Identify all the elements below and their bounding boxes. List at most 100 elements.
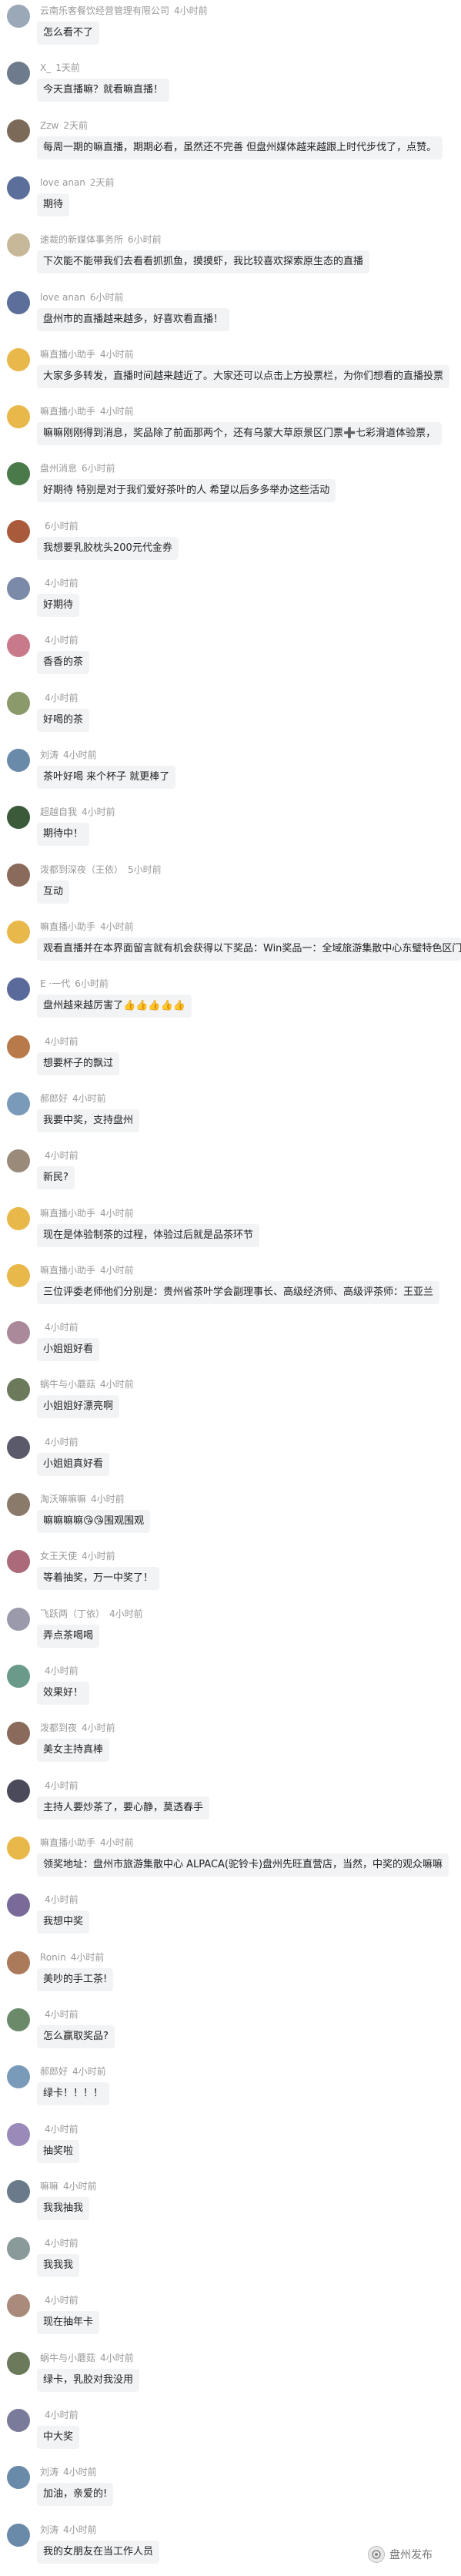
comment-username[interactable]: 超越自我 (40, 807, 77, 817)
comment-time: 6小时前 (45, 520, 79, 532)
avatar[interactable] (7, 119, 30, 143)
avatar[interactable] (7, 2294, 30, 2318)
comment-text: 好期待 (37, 594, 80, 618)
comment-username[interactable]: 刘涛 (40, 750, 58, 760)
avatar[interactable] (7, 1722, 30, 1746)
avatar[interactable] (7, 1779, 30, 1803)
comment-text: 加油，亲爱的! (37, 2483, 114, 2507)
comment-username[interactable]: 刘涛 (40, 2524, 58, 2535)
avatar[interactable] (7, 1893, 30, 1917)
comment-time: 6小时前 (75, 978, 109, 990)
avatar[interactable] (7, 1435, 30, 1459)
avatar[interactable] (7, 2466, 30, 2490)
avatar[interactable] (7, 1321, 30, 1345)
comment-username[interactable]: 女王天使 (40, 1551, 77, 1561)
comment-username[interactable]: 嘛嘛 (40, 2181, 58, 2192)
comment-meta: 女王天使 4小时前 (40, 1550, 115, 1562)
comment-username[interactable]: X_ (40, 62, 51, 73)
avatar[interactable] (7, 1263, 30, 1287)
comment-meta: 嘛直播小助手 4小时前 (40, 1836, 134, 1849)
comment-username[interactable]: 嘛直播小助手 (40, 1837, 95, 1848)
avatar[interactable] (7, 1149, 30, 1173)
avatar[interactable] (7, 62, 30, 86)
avatar[interactable] (7, 2179, 30, 2203)
avatar[interactable] (7, 1665, 30, 1689)
avatar[interactable] (7, 1378, 30, 1402)
comment-username[interactable]: 速裁的新媒体事务所 (40, 234, 123, 245)
avatar[interactable] (7, 347, 30, 371)
comment-username[interactable]: 盘州消息 (40, 463, 77, 474)
comment-text: 盘州市的直播越来越多，好喜欢看直播！ (37, 307, 230, 331)
comment-item: 嘛直播小助手 4小时前 嘛嘛刚刚得到消息，奖品除了前面那两个，还有乌蒙大草原景区门票… (0, 401, 461, 458)
avatar[interactable] (7, 1493, 30, 1517)
avatar[interactable] (7, 1607, 30, 1631)
comment-username[interactable]: 云南乐客餐饮经营管理有限公司 (40, 5, 169, 16)
avatar[interactable] (7, 2122, 30, 2146)
comment-time: 4小时前 (45, 1436, 79, 1447)
avatar[interactable] (7, 691, 30, 715)
comment-username[interactable]: 嘛直播小助手 (40, 349, 95, 360)
comment-username[interactable]: 嘛直播小助手 (40, 406, 95, 417)
avatar[interactable] (7, 863, 30, 887)
comment-meta: 蜗牛与小蘑菇 4小时前 (40, 1378, 134, 1390)
comment-item: 4小时前 好喝的茶 (0, 687, 461, 744)
comment-text: 好喝的茶 (37, 708, 90, 732)
avatar[interactable] (7, 1035, 30, 1058)
comment-text: 我要中奖，支持盘州 (37, 1109, 140, 1132)
comment-meta: 郝郎好 4小时前 (40, 2065, 106, 2078)
avatar[interactable] (7, 1836, 30, 1860)
avatar[interactable] (7, 462, 30, 486)
avatar[interactable] (7, 2007, 30, 2031)
avatar[interactable] (7, 634, 30, 658)
comment-username[interactable]: 嘛直播小助手 (40, 1265, 95, 1276)
comment-username[interactable]: 泼都到深夜（王依） (40, 864, 123, 875)
avatar[interactable] (7, 176, 30, 200)
avatar[interactable] (7, 920, 30, 944)
comment-username[interactable]: 刘涛 (40, 2467, 58, 2477)
avatar[interactable] (7, 1206, 30, 1230)
avatar[interactable] (7, 2409, 30, 2433)
comment-username[interactable]: 蜗牛与小蘑菇 (40, 2353, 95, 2363)
comment-username[interactable]: love anan (40, 292, 85, 303)
avatar[interactable] (7, 2065, 30, 2089)
comment-username[interactable]: 嘛直播小助手 (40, 1208, 95, 1219)
avatar[interactable] (7, 749, 30, 773)
avatar[interactable] (7, 1092, 30, 1115)
comment-item: 4小时前 效果好！ (0, 1660, 461, 1717)
comment-text: 绿卡！！！！ (37, 2082, 110, 2106)
comment-username[interactable]: love anan (40, 177, 85, 188)
avatar[interactable] (7, 519, 30, 543)
avatar[interactable] (7, 2523, 30, 2547)
comment-username[interactable]: 郝郎好 (40, 2066, 68, 2077)
comment-username[interactable]: 蜗牛与小蘑菇 (40, 1379, 95, 1390)
comment-username[interactable]: E ·一代 (40, 978, 70, 989)
avatar[interactable] (7, 2237, 30, 2261)
avatar[interactable] (7, 978, 30, 1001)
comment-time: 4小时前 (63, 2524, 97, 2535)
avatar[interactable] (7, 1550, 30, 1574)
comment-username[interactable]: 泼都到夜 (40, 1722, 77, 1733)
comment-time: 4小时前 (45, 1035, 79, 1047)
comment-text: 我想中奖 (37, 1910, 90, 1934)
comment-text: 领奖地址：盘州市旅游集散中心 ALPACA(驼铃卡)盘州先旺直营店，当然，中奖的… (37, 1853, 449, 1877)
avatar[interactable] (7, 5, 30, 28)
comment-time: 4小时前 (45, 1665, 79, 1677)
comment-username[interactable]: 淘沃嘛嘛嘛 (40, 1494, 86, 1504)
avatar[interactable] (7, 290, 30, 314)
comment-username[interactable]: 飞跃两（丁依） (40, 1608, 105, 1619)
comment-text: 今天直播嘛？就看嘛直播！ (37, 79, 170, 102)
comment-text: 嘛嘛刚刚得到消息，奖品除了前面那两个，还有乌蒙大草原景区门票➕七彩滑道体验票， (37, 422, 443, 446)
comment-username[interactable]: 嘛直播小助手 (40, 921, 95, 932)
avatar[interactable] (7, 405, 30, 429)
comment-item: 刘涛 4小时前 加油，亲爱的! (0, 2461, 461, 2518)
avatar[interactable] (7, 1950, 30, 1974)
avatar[interactable] (7, 806, 30, 830)
comment-text: 期待 (37, 193, 70, 216)
avatar[interactable] (7, 577, 30, 601)
comment-username[interactable]: Ronin (40, 1952, 66, 1963)
avatar[interactable] (7, 2351, 30, 2375)
comment-item: 刘涛 4小时前 茶叶好喝 来个杯子 就更棒了 (0, 744, 461, 801)
comment-username[interactable]: 郝郎好 (40, 1093, 68, 1104)
comment-username[interactable]: Zzw (40, 120, 58, 131)
avatar[interactable] (7, 233, 30, 257)
